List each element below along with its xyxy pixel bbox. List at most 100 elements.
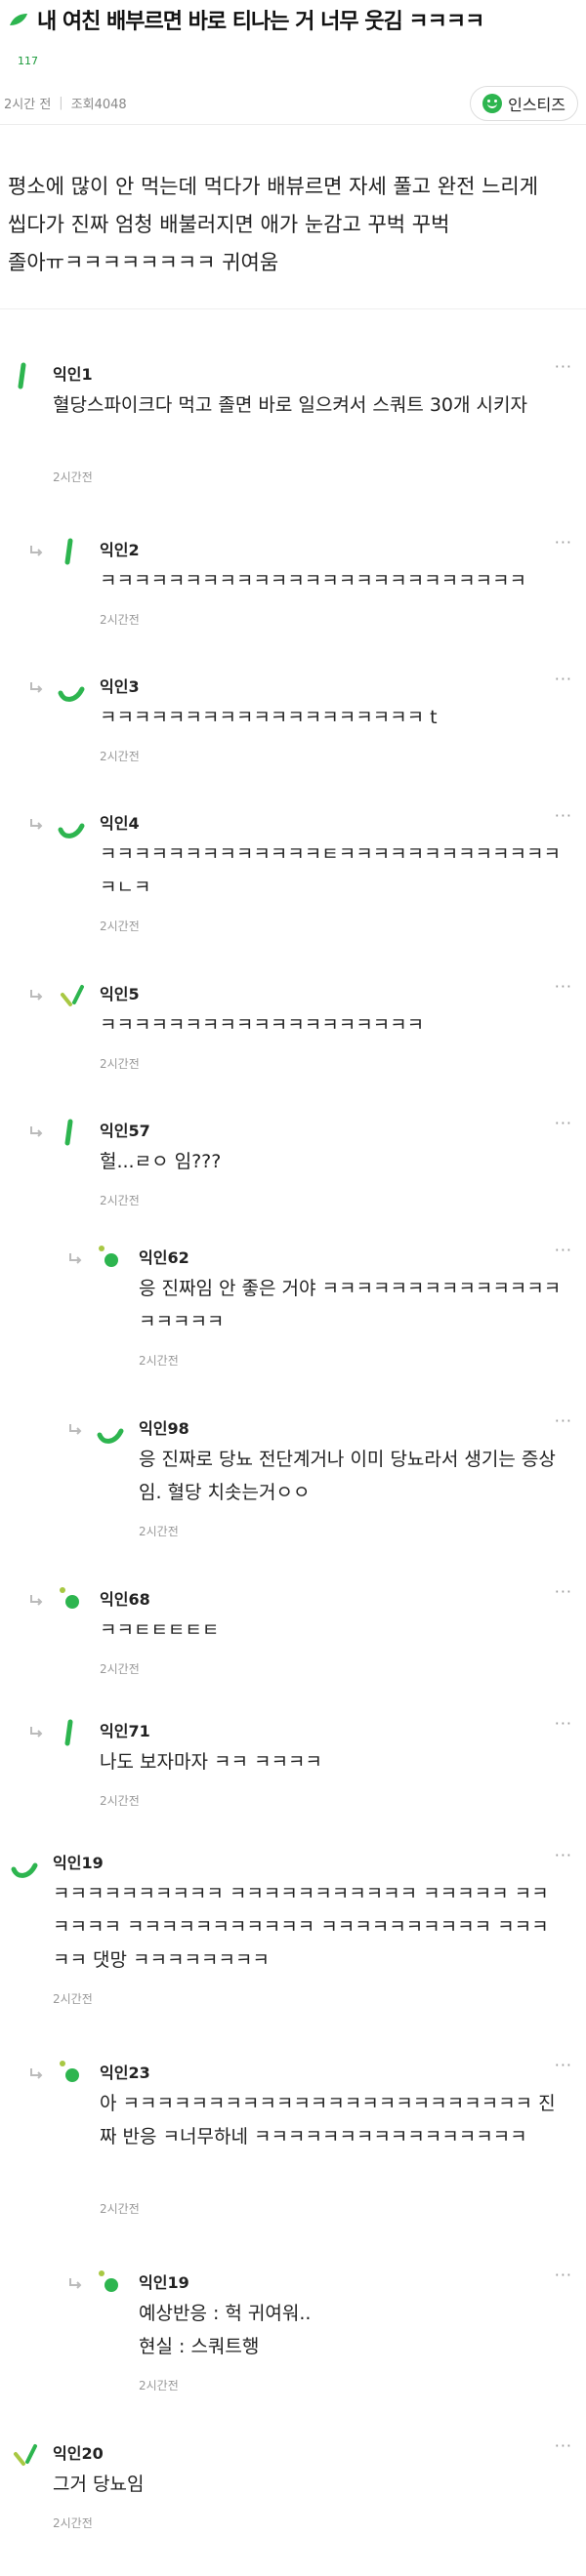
instiz-label: 인스티즈 <box>508 96 565 114</box>
comment-time: 2시간전 <box>100 2202 140 2216</box>
green-dots-icon <box>60 1587 79 1609</box>
comment-time: 2시간전 <box>100 750 140 763</box>
comment-item: 익인2 ㅋㅋㅋㅋㅋㅋㅋㅋㅋㅋㅋㅋㅋㅋㅋㅋㅋㅋㅋㅋㅋㅋㅋㅋㅋ 2시간전 ··· <box>0 527 586 648</box>
comment-item: 익인1 혈당스파이크다 먹고 졸면 바로 일으켜서 스쿼트 30개 시키자 2시간전… <box>0 351 586 506</box>
comment-text: 나도 보자마자 ㅋㅋ ㅋㅋㅋㅋ <box>100 1751 322 1773</box>
comment-item: 익인62 응 진짜임 안 좋은 거야 ㅋㅋㅋㅋㅋㅋㅋㅋㅋㅋㅋㅋㅋㅋㅋㅋㅋㅋㅋ 2시간… <box>0 1235 586 1389</box>
green-dots-icon <box>99 1246 118 1267</box>
comment-author[interactable]: 익인2 <box>100 537 140 560</box>
comment-more-button[interactable]: ··· <box>555 533 572 552</box>
reply-arrow-icon <box>69 1253 82 1264</box>
comment-more-button[interactable]: ··· <box>555 1241 572 1259</box>
comment-more-button[interactable]: ··· <box>555 1846 572 1864</box>
post-meta: 2시간 전 | 조회4048 <box>4 94 127 112</box>
comment-text: 그거 당뇨임 <box>53 2474 145 2495</box>
comment-author[interactable]: 익인19 <box>139 2269 189 2293</box>
comment-author[interactable]: 익인19 <box>53 1850 104 1873</box>
green-stroke-icon <box>64 1719 73 1746</box>
comment-item: 익인19 ㅋㅋㅋㅋㅋㅋㅋㅋㅋㅋ ㅋㅋㅋㅋㅋㅋㅋㅋㅋㅋㅋ ㅋㅋㅋㅋㅋ ㅋㅋㅋㅋㅋㅋ … <box>0 1840 586 2027</box>
post-title: 내 여친 배부르면 바로 티나는 거 너무 웃김 ㅋㅋㅋㅋ <box>37 10 484 34</box>
comment-time: 2시간전 <box>53 470 93 484</box>
green-dots-icon <box>99 2270 118 2292</box>
comment-author[interactable]: 익인62 <box>139 1245 189 1268</box>
comment-text: ㅋㅋㅋㅋㅋㅋㅋㅋㅋㅋㅋㅋㅋㅋㅋㅋㅋㅋㅋㅋㅋㅋㅋㅋㅋ <box>100 570 527 592</box>
comment-item: 익인68 ㅋㅋㅌㅌㅌㅌㅌ 2시간전 ··· <box>0 1576 586 1697</box>
comment-time: 2시간전 <box>139 2379 179 2392</box>
comment-more-button[interactable]: ··· <box>555 806 572 825</box>
check-leaf-icon <box>61 985 84 1006</box>
reply-arrow-icon <box>30 819 43 830</box>
meta-divider: | <box>59 96 63 110</box>
comment-text: ㅋㅋㅌㅌㅌㅌㅌ <box>100 1619 220 1641</box>
leaf-icon <box>10 14 27 25</box>
reply-arrow-icon <box>69 2278 82 2289</box>
green-dots-icon <box>60 2061 79 2082</box>
comment-item: 익인19 예상반응 : 헉 귀여워.. 현실 : 스쿼트행 2시간전 ··· <box>0 2260 586 2414</box>
title-row: 내 여친 배부르면 바로 티나는 거 너무 웃김 ㅋㅋㅋㅋ <box>8 4 484 35</box>
comment-author[interactable]: 익인57 <box>100 1118 150 1141</box>
comment-item: 익인57 헐...ㄹㅇ 임??? 2시간전 ··· <box>0 1108 586 1229</box>
comment-text: 응 진짜로 당뇨 전단계거나 이미 당뇨라서 생기는 증상임. 혈당 치솟는거ㅇ… <box>139 1449 556 1503</box>
comment-text: ㅋㅋㅋㅋㅋㅋㅋㅋㅋㅋㅋㅋㅋㅋㅋㅋㅋㅋㅋ <box>100 1014 425 1036</box>
comment-count[interactable]: 117 <box>18 55 38 67</box>
green-curve-icon <box>58 823 85 838</box>
post-header: 내 여친 배부르면 바로 티나는 거 너무 웃김 ㅋㅋㅋㅋ 117 2시간 전 … <box>0 0 586 125</box>
comment-time: 2시간전 <box>53 2516 93 2530</box>
smile-icon <box>482 94 503 113</box>
divider <box>0 308 586 309</box>
comment-author[interactable]: 익인4 <box>100 810 140 834</box>
comment-more-button[interactable]: ··· <box>555 2056 572 2074</box>
comment-text: 혈당스파이크다 먹고 졸면 바로 일으켜서 스쿼트 30개 시키자 <box>53 394 527 416</box>
comment-more-button[interactable]: ··· <box>555 357 572 376</box>
green-curve-icon <box>11 1862 38 1878</box>
comment-author[interactable]: 익인71 <box>100 1718 150 1741</box>
comment-author[interactable]: 익인1 <box>53 361 93 385</box>
comment-more-button[interactable]: ··· <box>555 2436 572 2455</box>
comment-more-button[interactable]: ··· <box>555 1582 572 1601</box>
comment-item: 익인71 나도 보자마자 ㅋㅋ ㅋㅋㅋㅋ 2시간전 ··· <box>0 1708 586 1829</box>
green-curve-icon <box>97 1428 124 1444</box>
comment-more-button[interactable]: ··· <box>555 1714 572 1733</box>
green-stroke-icon <box>64 1119 73 1146</box>
comment-author[interactable]: 익인98 <box>139 1415 189 1439</box>
comment-item: 익인5 ㅋㅋㅋㅋㅋㅋㅋㅋㅋㅋㅋㅋㅋㅋㅋㅋㅋㅋㅋ 2시간전 ··· <box>0 971 586 1092</box>
comment-item: 익인98 응 진짜로 당뇨 전단계거나 이미 당뇨라서 생기는 증상임. 혈당 치… <box>0 1406 586 1560</box>
reply-arrow-icon <box>30 1126 43 1137</box>
comment-author[interactable]: 익인68 <box>100 1586 150 1610</box>
reply-arrow-icon <box>30 546 43 556</box>
check-leaf-icon <box>14 2444 37 2466</box>
comment-author[interactable]: 익인20 <box>53 2440 104 2464</box>
comment-author[interactable]: 익인5 <box>100 981 140 1004</box>
comment-item: 익인3 ㅋㅋㅋㅋㅋㅋㅋㅋㅋㅋㅋㅋㅋㅋㅋㅋㅋㅋㅋ t 2시간전 ··· <box>0 664 586 785</box>
reply-arrow-icon <box>30 682 43 693</box>
comment-time: 2시간전 <box>100 1794 140 1808</box>
comment-more-button[interactable]: ··· <box>555 1114 572 1132</box>
comment-text: ㅋㅋㅋㅋㅋㅋㅋㅋㅋㅋㅋㅋㅋㅋㅋㅋㅋㅋㅋ t <box>100 707 438 728</box>
post-body: 평소에 많이 안 먹는데 먹다가 배뷰르면 자세 풀고 완전 느리게 씹다가 진… <box>8 175 539 274</box>
comment-more-button[interactable]: ··· <box>555 1411 572 1430</box>
comment-time: 2시간전 <box>100 1662 140 1676</box>
comment-text: 아 ㅋㅋㅋㅋㅋㅋㅋㅋㅋㅋㅋㅋㅋㅋㅋㅋㅋㅋㅋㅋㅋㅋㅋㅋ 진짜 반응 ㅋ너무하네 ㅋ… <box>100 2093 556 2147</box>
reply-arrow-icon <box>30 1595 43 1606</box>
reply-arrow-icon <box>30 2068 43 2079</box>
comment-time: 2시간전 <box>100 1057 140 1071</box>
post-time: 2시간 전 <box>4 98 52 112</box>
green-stroke-icon <box>64 538 73 565</box>
comment-more-button[interactable]: ··· <box>555 670 572 688</box>
comment-time: 2시간전 <box>100 1194 140 1207</box>
comment-time: 2시간전 <box>53 1992 93 2006</box>
comment-more-button[interactable]: ··· <box>555 2266 572 2284</box>
comment-item: 익인20 그거 당뇨임 2시간전 ··· <box>0 2431 586 2552</box>
instiz-button[interactable]: 인스티즈 <box>470 86 578 121</box>
comment-time: 2시간전 <box>139 1525 179 1538</box>
post-views: 조회4048 <box>70 98 127 112</box>
comment-author[interactable]: 익인23 <box>100 2060 150 2083</box>
comment-more-button[interactable]: ··· <box>555 977 572 996</box>
green-stroke-icon <box>18 362 26 389</box>
comment-text: 예상반응 : 헉 귀여워.. 현실 : 스쿼트행 <box>139 2303 312 2357</box>
reply-arrow-icon <box>30 990 43 1001</box>
comment-text: 헐...ㄹㅇ 임??? <box>100 1151 222 1172</box>
reply-arrow-icon <box>69 1424 82 1435</box>
comment-item: 익인4 ㅋㅋㅋㅋㅋㅋㅋㅋㅋㅋㅋㅋㅋㅌㅋㅋㅋㅋㅋㅋㅋㅋㅋㅋㅋㅋㅋㅋㄴㅋ 2시간전 ··· <box>0 800 586 955</box>
comment-author[interactable]: 익인3 <box>100 674 140 697</box>
